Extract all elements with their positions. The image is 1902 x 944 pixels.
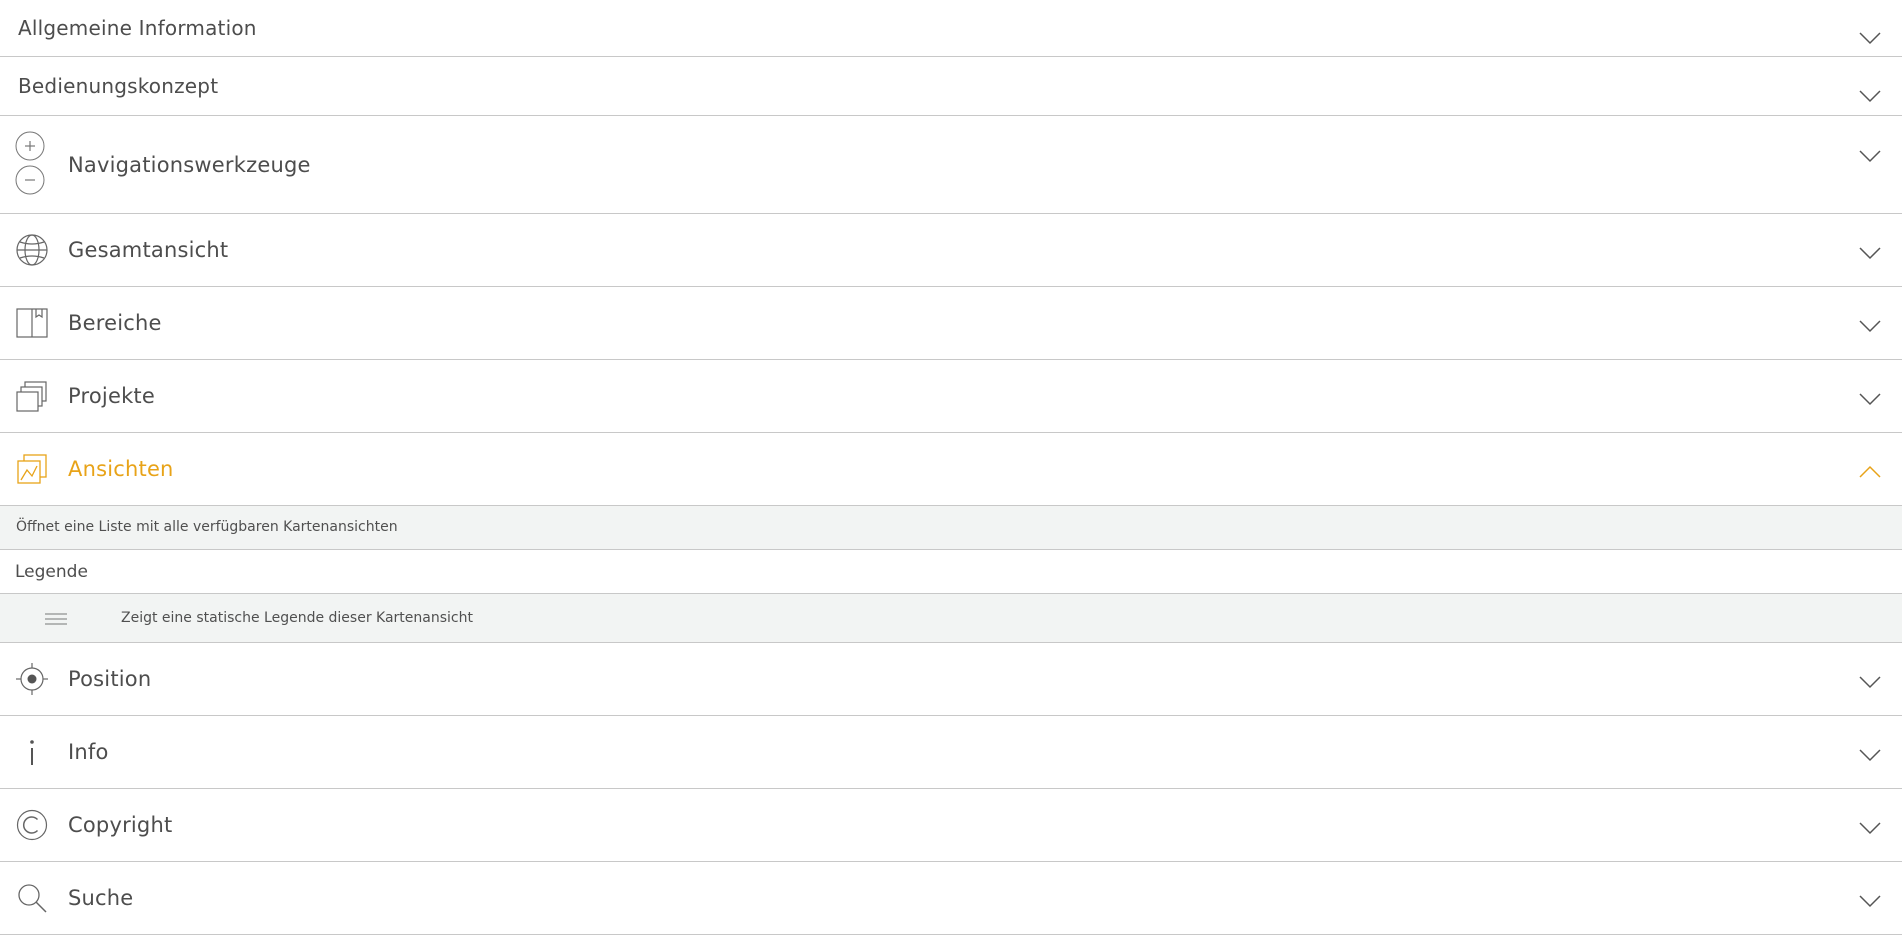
zoom-in-icon [15,131,45,161]
section-bereiche[interactable]: Bereiche [0,287,1902,360]
chevron-down-icon[interactable] [1858,821,1882,835]
legend-subsection-title: Legende [0,550,1902,594]
book-icon [16,308,48,338]
legend-lines-icon [45,613,67,625]
chevron-down-icon[interactable] [1858,149,1882,163]
help-accordion: Allgemeine Information Bedienungskonzept… [0,0,1902,935]
chevron-down-icon[interactable] [1858,894,1882,908]
section-suche[interactable]: Suche [0,862,1902,935]
section-label: Bedienungskonzept [18,74,219,98]
globe-icon [16,234,48,266]
crosshair-icon [16,663,48,695]
description-text: Öffnet eine Liste mit alle verfügbaren K… [16,519,398,535]
section-allgemeine-information[interactable]: Allgemeine Information [0,0,1902,57]
legend-item-text: Zeigt eine statische Legende dieser Kart… [121,610,473,626]
search-icon [18,884,47,913]
section-copyright[interactable]: Copyright [0,789,1902,862]
info-icon [30,740,34,765]
chevron-down-icon[interactable] [1858,748,1882,762]
section-label: Position [68,667,152,691]
chevron-down-icon[interactable] [1858,246,1882,260]
section-label: Projekte [68,384,155,408]
section-projekte[interactable]: Projekte [0,360,1902,433]
section-label: Allgemeine Information [18,16,257,40]
section-label: Gesamtansicht [68,238,229,262]
section-ansichten[interactable]: Ansichten [0,433,1902,506]
map-views-icon [17,454,47,484]
chevron-down-icon[interactable] [1858,675,1882,689]
subsection-title: Legende [15,562,88,582]
section-label: Copyright [68,813,173,837]
chevron-up-icon[interactable] [1858,465,1882,479]
chevron-down-icon[interactable] [1858,31,1882,45]
section-label: Bereiche [68,311,162,335]
section-label: Suche [68,886,134,910]
chevron-down-icon[interactable] [1858,89,1882,103]
section-description: Öffnet eine Liste mit alle verfügbaren K… [0,506,1902,550]
chevron-down-icon[interactable] [1858,319,1882,333]
stacked-windows-icon [16,381,47,412]
section-bedienungskonzept[interactable]: Bedienungskonzept [0,57,1902,116]
section-info[interactable]: Info [0,716,1902,789]
section-position[interactable]: Position [0,643,1902,716]
legend-item: Zeigt eine statische Legende dieser Kart… [0,594,1902,643]
zoom-out-icon [15,165,45,195]
section-label: Ansichten [68,457,174,481]
section-gesamtansicht[interactable]: Gesamtansicht [0,214,1902,287]
section-navigationswerkzeuge[interactable]: Navigationswerkzeuge [0,116,1902,214]
section-label: Navigationswerkzeuge [68,153,311,177]
chevron-down-icon[interactable] [1858,392,1882,406]
section-label: Info [68,740,109,764]
copyright-icon [16,809,48,841]
